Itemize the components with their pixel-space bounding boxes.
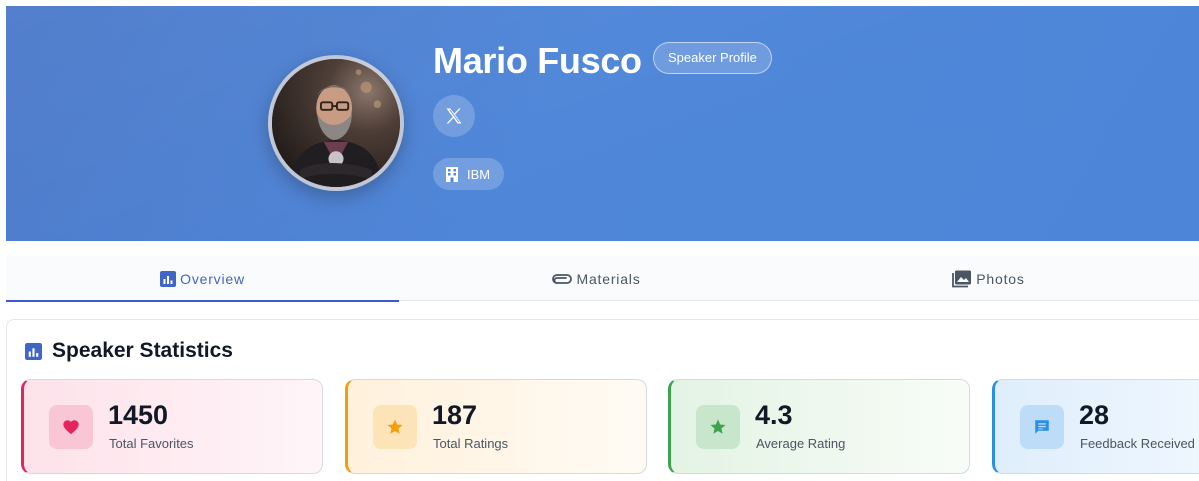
stat-label: Feedback Received bbox=[1080, 436, 1195, 451]
average-rating-icon-box bbox=[696, 405, 740, 449]
ratings-icon-box bbox=[373, 405, 417, 449]
stat-label: Total Favorites bbox=[109, 436, 194, 451]
role-badge: Speaker Profile bbox=[653, 42, 772, 74]
tab-overview-label: Overview bbox=[180, 270, 245, 287]
stat-value: 28 bbox=[1079, 400, 1110, 430]
stat-card-average-rating: 4.3 Average Rating bbox=[668, 379, 970, 474]
paperclip-icon bbox=[551, 273, 572, 284]
stat-card-favorites: 1450 Total Favorites bbox=[21, 379, 323, 474]
building-icon bbox=[446, 167, 458, 182]
stat-card-ratings: 187 Total Ratings bbox=[345, 379, 647, 474]
speaker-statistics-panel: Speaker Statistics 1450 Total Favorites … bbox=[6, 319, 1199, 481]
star-icon bbox=[387, 419, 403, 434]
stat-value: 4.3 bbox=[755, 400, 793, 430]
company-badge: IBM bbox=[433, 158, 505, 190]
chart-icon bbox=[25, 342, 42, 360]
company-name: IBM bbox=[467, 166, 491, 182]
tab-bar: Overview Materials Photos bbox=[6, 256, 1199, 302]
favorites-icon-box bbox=[49, 405, 93, 449]
stat-label: Total Ratings bbox=[433, 436, 509, 451]
chart-icon bbox=[160, 270, 177, 287]
section-title: Speaker Statistics bbox=[25, 339, 233, 363]
stat-card-feedback: 28 Feedback Received bbox=[992, 379, 1199, 474]
tab-photos[interactable]: Photos bbox=[792, 256, 1185, 301]
speaker-profile-page: Mario Fusco Speaker Profile IBM Overview… bbox=[0, 0, 1199, 481]
speaker-photo bbox=[272, 59, 400, 187]
x-profile-link[interactable] bbox=[433, 95, 475, 137]
tab-materials-label: Materials bbox=[576, 270, 641, 287]
tab-overview[interactable]: Overview bbox=[6, 256, 399, 302]
section-title-text: Speaker Statistics bbox=[52, 339, 233, 362]
image-icon bbox=[952, 270, 972, 287]
feedback-icon bbox=[1035, 420, 1049, 434]
speaker-name: Mario Fusco bbox=[433, 40, 642, 81]
tab-materials[interactable]: Materials bbox=[399, 256, 792, 301]
avatar bbox=[268, 55, 404, 191]
stat-value: 1450 bbox=[108, 400, 169, 430]
x-logo-icon bbox=[446, 108, 462, 124]
heart-icon bbox=[63, 420, 79, 435]
profile-header: Mario Fusco Speaker Profile IBM bbox=[6, 6, 1199, 241]
tab-photos-label: Photos bbox=[976, 270, 1025, 287]
star-icon bbox=[710, 419, 726, 434]
feedback-icon-box bbox=[1020, 405, 1064, 449]
stat-label: Average Rating bbox=[756, 436, 846, 451]
stat-value: 187 bbox=[432, 400, 478, 430]
